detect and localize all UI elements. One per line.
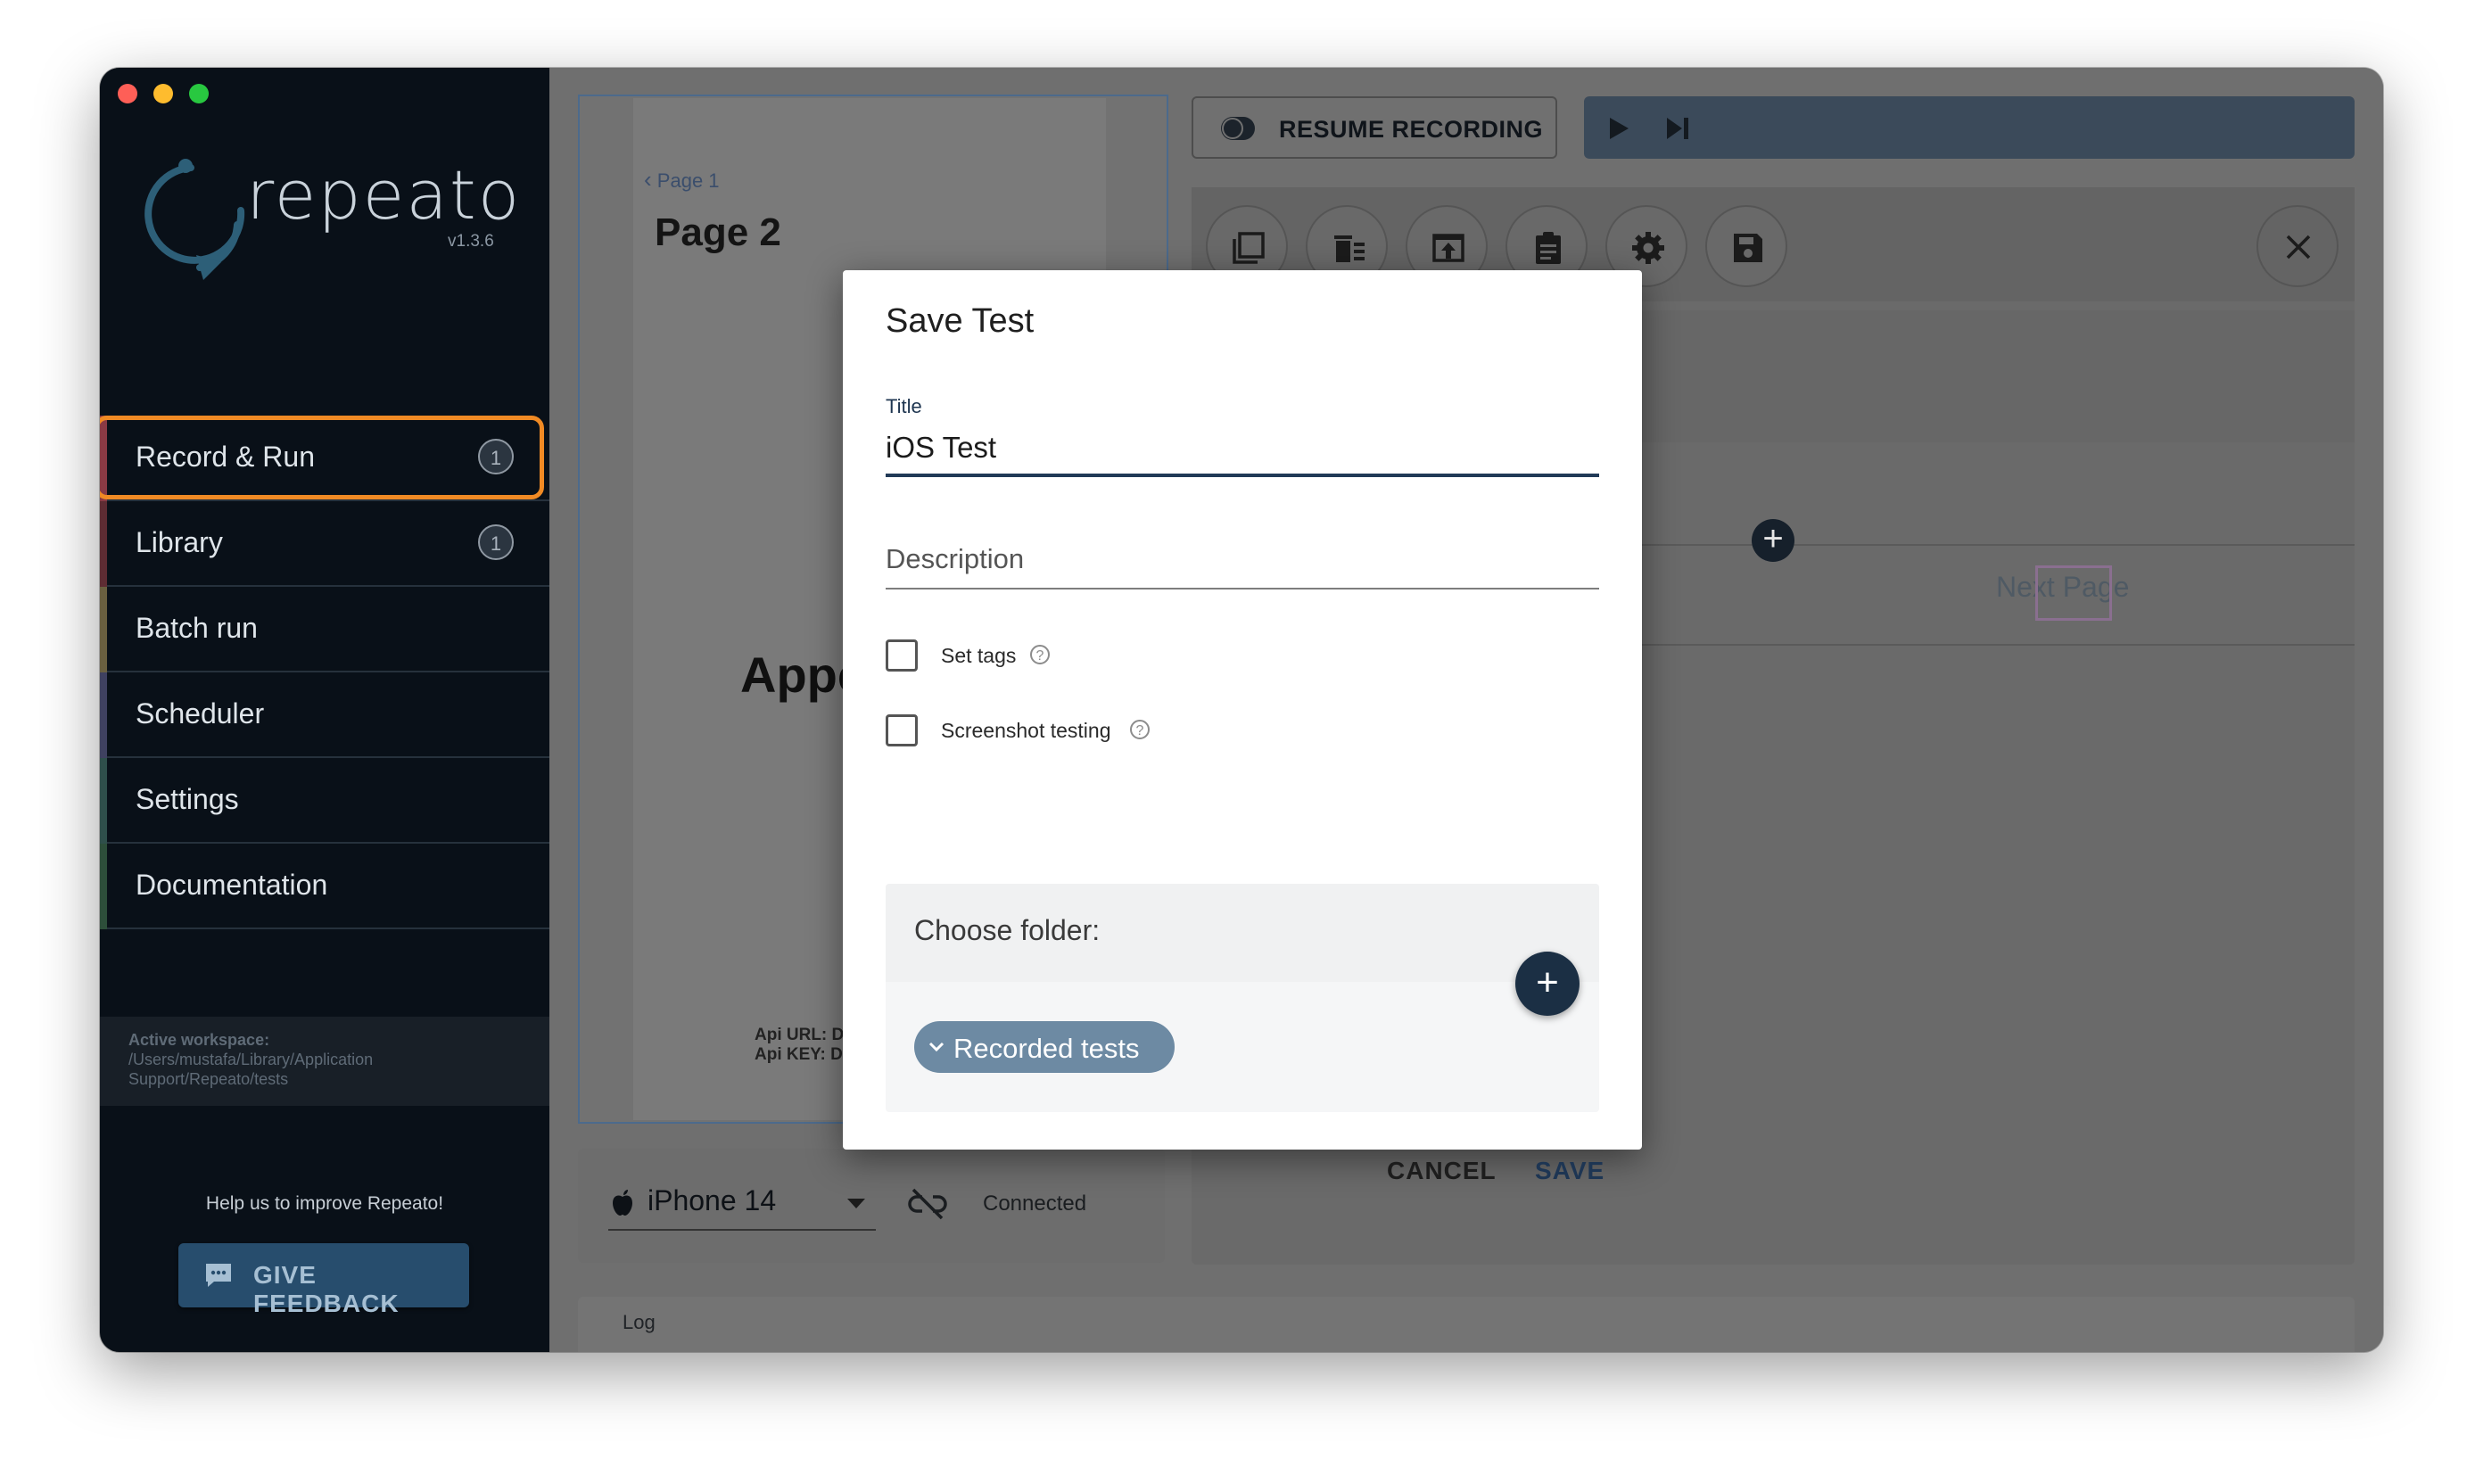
sidebar-item-batch-run[interactable]: Batch run [100, 587, 549, 672]
device-page-title: Page 2 [655, 210, 781, 254]
sidebar-item-label: Documentation [136, 869, 328, 901]
delete-steps-icon [1334, 235, 1365, 262]
device-back-label: Page 1 [656, 169, 720, 192]
choose-folder-panel: Choose folder: Recorded tests [886, 884, 1599, 1112]
play-icon[interactable] [1607, 116, 1630, 141]
gear-icon [1632, 232, 1664, 264]
sidebar: repeato v1.3.6 Record & Run 1 Library 1 … [100, 68, 549, 1352]
add-folder-button[interactable]: + [1515, 952, 1580, 1016]
minimize-window-button[interactable] [153, 84, 173, 103]
device-select[interactable]: iPhone 14 [648, 1184, 776, 1217]
sidebar-item-scheduler[interactable]: Scheduler [100, 672, 549, 758]
sidebar-item-settings[interactable]: Settings [100, 758, 549, 844]
choose-folder-header: Choose folder: [886, 884, 1599, 982]
set-tags-checkbox[interactable] [886, 639, 918, 672]
screenshot-testing-checkbox[interactable] [886, 714, 918, 746]
next-page-target-box [2035, 565, 2112, 621]
close-window-button[interactable] [118, 84, 137, 103]
chevron-left-icon: ‹ [644, 166, 652, 193]
nav-color-bar [100, 844, 107, 929]
step-forward-icon[interactable] [1664, 116, 1691, 141]
sidebar-item-label: Settings [136, 783, 239, 815]
nav-color-bar [100, 587, 107, 672]
screenshot-testing-label: Screenshot testing [941, 719, 1111, 742]
count-badge: 1 [478, 524, 514, 560]
connection-status: Connected [983, 1191, 1087, 1216]
help-icon[interactable]: ? [1030, 645, 1050, 664]
clipboard-icon [1536, 232, 1561, 264]
save-dialog-button[interactable]: SAVE [1535, 1157, 1604, 1185]
cancel-button[interactable]: CANCEL [1387, 1157, 1497, 1185]
sidebar-item-documentation[interactable]: Documentation [100, 844, 549, 929]
device-api-key: Api KEY: D [755, 1045, 843, 1064]
folder-chip-label: Recorded tests [953, 1033, 1140, 1064]
add-step-button[interactable]: + [1752, 519, 1794, 562]
dialog-title: Save Test [886, 302, 1035, 340]
resume-recording-button[interactable]: RESUME RECORDING [1192, 96, 1557, 159]
close-panel-button[interactable] [2256, 205, 2339, 287]
device-api-url: Api URL: D [755, 1026, 845, 1044]
set-tags-label: Set tags [941, 644, 1017, 667]
resume-recording-label: RESUME RECORDING [1279, 116, 1544, 143]
folder-chip-recorded-tests[interactable]: Recorded tests [914, 1021, 1175, 1073]
device-back-link: ‹ Page 1 [644, 166, 720, 194]
chevron-down-icon [928, 1042, 945, 1052]
help-icon[interactable]: ? [1130, 720, 1150, 739]
save-icon [1734, 234, 1762, 262]
help-improve-text: Help us to improve Repeato! [205, 1193, 444, 1214]
link-off-icon[interactable] [908, 1188, 947, 1220]
workspace-heading: Active workspace: [128, 1031, 270, 1049]
playback-bar [1584, 96, 2355, 159]
title-input[interactable]: iOS Test [886, 431, 996, 465]
sidebar-item-label: Scheduler [136, 697, 265, 730]
copy-icon [1233, 232, 1265, 264]
export-icon [1432, 234, 1464, 262]
give-feedback-button[interactable]: GIVE FEEDBACK [178, 1243, 469, 1317]
give-feedback-label: GIVE FEEDBACK [253, 1261, 400, 1317]
chevron-down-icon[interactable] [847, 1199, 865, 1209]
apple-icon [613, 1190, 632, 1216]
app-version: v1.3.6 [448, 232, 494, 251]
nav-color-bar [100, 672, 107, 758]
workspace-path-line: /Users/mustafa/Library/Application [128, 1051, 374, 1068]
record-run-highlight-outline [100, 416, 544, 499]
close-icon [2286, 235, 2311, 260]
app-window: repeato v1.3.6 Record & Run 1 Library 1 … [100, 68, 2383, 1352]
sidebar-item-label: Library [136, 526, 223, 558]
zoom-window-button[interactable] [189, 84, 209, 103]
save-test-dialog: Save Test Title iOS Test Description Set… [843, 270, 1642, 1184]
nav-color-bar [100, 758, 107, 844]
sidebar-item-library[interactable]: Library 1 [100, 501, 549, 587]
nav-color-bar [100, 501, 107, 587]
sidebar-item-label: Batch run [136, 612, 258, 644]
app-name: repeato [246, 155, 522, 235]
record-toggle-icon [1221, 117, 1255, 140]
description-input-underline [886, 588, 1599, 589]
title-input-underline [886, 474, 1599, 477]
choose-folder-label: Choose folder: [914, 914, 1101, 946]
active-workspace-panel: Active workspace: /Users/mustafa/Library… [100, 1017, 549, 1106]
log-panel[interactable] [578, 1297, 2355, 1352]
chat-icon [206, 1264, 231, 1287]
save-button[interactable] [1705, 205, 1787, 287]
description-input[interactable]: Description [886, 543, 1024, 575]
title-field-label: Title [886, 395, 922, 417]
workspace-path-line: Support/Repeato/tests [128, 1070, 289, 1088]
device-select-underline [608, 1229, 876, 1231]
log-label: Log [623, 1311, 656, 1333]
